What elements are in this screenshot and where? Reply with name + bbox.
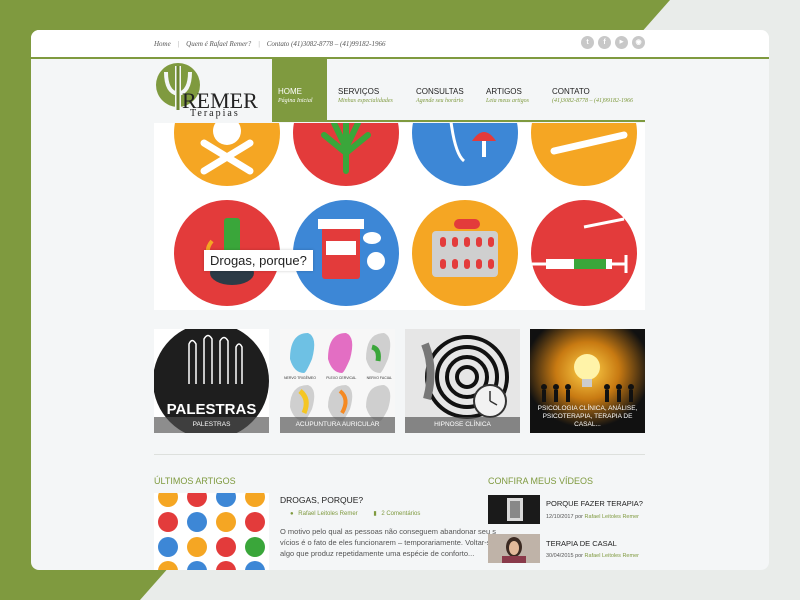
- comment-icon: ▮: [373, 511, 377, 517]
- video-author[interactable]: Rafael Leitoles Remer: [585, 514, 639, 520]
- nav-item-consultas[interactable]: Consultas Agende seu horário: [410, 59, 478, 120]
- nav-item-home[interactable]: Home Página Inicial: [272, 59, 327, 120]
- article-comments[interactable]: 2 Comentários: [381, 511, 420, 517]
- service-tile-hipnose[interactable]: Hipnose Clínica: [405, 329, 520, 433]
- nav-item-title: Home: [278, 87, 302, 96]
- twitter-icon[interactable]: t: [581, 36, 594, 49]
- tile-caption: Psicologia Clínica, Análise, Psicoterapi…: [537, 405, 638, 428]
- service-tile-psicologia[interactable]: Psicologia Clínica, Análise, Psicoterapi…: [530, 329, 645, 433]
- nav-item-title: Contato: [552, 87, 590, 96]
- logo-tagline: Terapias: [190, 108, 240, 119]
- top-link-contact[interactable]: Contato (41)3082-8778 – (41)99182-1966: [267, 40, 386, 48]
- ear-label: NERVO TRIGÊMEO: [284, 376, 316, 380]
- hero-label: Drogas, porque?: [204, 250, 313, 271]
- top-link-separator: |: [258, 40, 260, 48]
- top-link-home[interactable]: Home: [154, 40, 171, 48]
- video-thumbnail[interactable]: [488, 534, 540, 563]
- tile-caption: Hipnose Clínica: [405, 417, 520, 433]
- article-title[interactable]: Drogas, porque?: [280, 495, 363, 505]
- video-by: por: [575, 514, 584, 520]
- nav-item-subtitle: Página Inicial: [278, 98, 313, 104]
- nav-item-title: Consultas: [416, 87, 464, 96]
- ear-labels: NERVO TRIGÊMEO PLEXO CERVICAL NERVO FACI…: [284, 376, 392, 380]
- user-icon: ●: [290, 511, 294, 517]
- tile-caption: Acupuntura Auricular: [280, 417, 395, 433]
- video-thumbnail-image: [488, 495, 540, 524]
- rss-icon[interactable]: ◉: [632, 36, 645, 49]
- article-excerpt: O motivo pelo qual as pessoas não conseg…: [280, 527, 512, 558]
- video-meta: 30/04/2015 por Rafael Leitoles Remer: [546, 553, 639, 559]
- palestras-overlay-text: PALESTRAS: [166, 401, 257, 418]
- ear-label: NERVO FACIAL: [366, 376, 392, 380]
- youtube-icon[interactable]: ▶: [615, 36, 628, 49]
- nav-item-contato[interactable]: Contato (41)3082-8778 – (41)99182-1966: [546, 59, 645, 120]
- article-thumbnail-image: [158, 493, 265, 570]
- top-links: Home | Quem é Rafael Remer? | Contato (4…: [154, 40, 391, 48]
- browser-window: Home | Quem é Rafael Remer? | Contato (4…: [31, 30, 769, 570]
- hero-illustration: [174, 123, 637, 306]
- tile-caption: Palestras: [154, 417, 269, 433]
- nav-item-title: Artigos: [486, 87, 522, 96]
- video-date: 12/10/2017: [546, 514, 574, 520]
- nav-item-subtitle: Agende seu horário: [416, 98, 464, 104]
- article-meta: ● Rafael Leitoles Remer ▮ 2 Comentários: [290, 510, 420, 517]
- top-link-about[interactable]: Quem é Rafael Remer?: [186, 40, 251, 48]
- video-by: por: [575, 553, 584, 559]
- service-tile-acupuntura[interactable]: NERVO TRIGÊMEO PLEXO CERVICAL NERVO FACI…: [280, 329, 395, 433]
- nav-item-servicos[interactable]: Serviços Minhas especialidades: [332, 59, 407, 120]
- videos-section-title: Confira meus vídeos: [488, 476, 594, 486]
- video-author[interactable]: Rafael Leitoles Remer: [585, 553, 639, 559]
- top-link-separator: |: [177, 40, 180, 48]
- nav-item-title: Serviços: [338, 87, 380, 96]
- article-thumbnail[interactable]: [154, 493, 269, 570]
- article-author[interactable]: Rafael Leitoles Remer: [298, 511, 357, 517]
- main-nav: Home Página Inicial Serviços Minhas espe…: [272, 59, 645, 122]
- video-title[interactable]: Porque fazer terapia?: [546, 499, 643, 508]
- video-date: 30/04/2015: [546, 553, 574, 559]
- video-thumbnail[interactable]: [488, 495, 540, 524]
- service-tile-palestras[interactable]: PALESTRAS Palestras: [154, 329, 269, 433]
- nav-item-artigos[interactable]: Artigos Leia meus artigos: [480, 59, 542, 120]
- video-meta: 12/10/2017 por Rafael Leitoles Remer: [546, 514, 639, 520]
- facebook-icon[interactable]: f: [598, 36, 611, 49]
- site-logo[interactable]: REMER Terapias: [154, 60, 270, 122]
- nav-item-subtitle: Minhas especialidades: [338, 98, 393, 104]
- ear-label: PLEXO CERVICAL: [326, 376, 357, 380]
- nav-item-subtitle: (41)3082-8778 – (41)99182-1966: [552, 98, 633, 104]
- section-divider: [154, 454, 645, 455]
- top-bar: Home | Quem é Rafael Remer? | Contato (4…: [31, 30, 769, 59]
- hero-banner[interactable]: Drogas, porque?: [154, 123, 645, 310]
- video-thumbnail-image: [488, 534, 540, 563]
- nav-item-subtitle: Leia meus artigos: [486, 98, 530, 104]
- articles-section-title: Últimos artigos: [154, 476, 236, 486]
- video-title[interactable]: Terapia de casal: [546, 539, 617, 548]
